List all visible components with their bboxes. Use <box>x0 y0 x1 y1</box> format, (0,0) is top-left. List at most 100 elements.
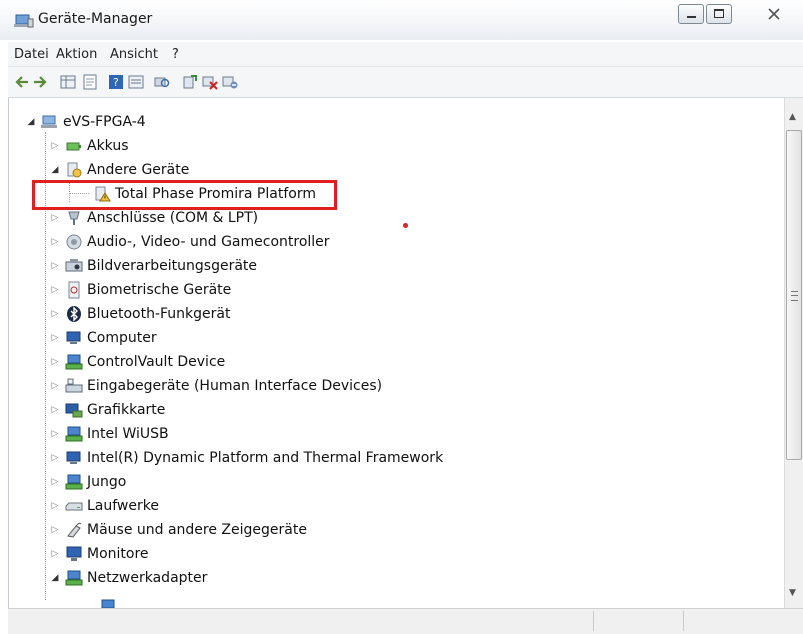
back-arrow-icon[interactable] <box>14 74 30 90</box>
expand-arrow-icon[interactable]: ▷ <box>49 429 61 439</box>
properties-icon[interactable] <box>82 74 98 90</box>
battery-icon <box>66 142 81 151</box>
menu-ansicht[interactable]: Ansicht <box>110 47 158 62</box>
expand-arrow-icon[interactable]: ▷ <box>49 285 61 295</box>
expand-arrow-icon[interactable]: ▷ <box>49 501 61 511</box>
help-icon[interactable]: ? <box>108 74 124 90</box>
keyboard-icon <box>65 378 83 393</box>
title-bar[interactable]: Geräte-Manager <box>0 0 803 40</box>
disable-device-icon[interactable] <box>222 74 238 90</box>
tree-item-netzwerkadapter[interactable]: ◢ Netzwerkadapter <box>49 566 208 590</box>
expand-arrow-icon[interactable]: ▷ <box>49 213 61 223</box>
list-view-icon[interactable] <box>128 74 144 90</box>
tree-item-bluetooth[interactable]: ▷ Bluetooth-Funkgerät <box>49 302 230 326</box>
expand-arrow-icon[interactable]: ▷ <box>49 333 61 343</box>
fingerprint-icon <box>68 281 80 299</box>
scroll-down-arrow-icon[interactable]: ▼ <box>789 588 796 598</box>
vertical-scrollbar[interactable]: ▲ ▼ <box>784 98 803 608</box>
expand-arrow-icon[interactable]: ▷ <box>49 453 61 463</box>
menu-datei[interactable]: Datei <box>14 47 49 62</box>
close-button[interactable] <box>760 4 788 24</box>
collapse-arrow-icon[interactable]: ◢ <box>25 117 37 127</box>
tree-item-jungo[interactable]: ▷ Jungo <box>49 470 127 494</box>
display-adapter-icon <box>65 403 83 418</box>
scan-hardware-icon[interactable] <box>154 74 170 90</box>
expand-arrow-icon[interactable]: ▷ <box>49 141 61 151</box>
speaker-icon <box>66 234 82 250</box>
svg-text:?: ? <box>113 76 119 89</box>
tree-item-label: Akkus <box>87 138 129 154</box>
tree-root-label: eVS-FPGA-4 <box>63 114 146 130</box>
tree-item-maeuse[interactable]: ▷ Mäuse und andere Zeigegeräte <box>49 518 307 542</box>
maximize-button[interactable] <box>706 4 732 24</box>
minimize-button[interactable] <box>678 4 704 24</box>
tree-item-label: Anschlüsse (COM & LPT) <box>87 210 259 226</box>
tree-item-label: Biometrische Geräte <box>87 282 232 298</box>
collapse-arrow-icon[interactable]: ◢ <box>49 573 61 583</box>
status-bar <box>8 608 803 634</box>
device-manager-window: Geräte-Manager Datei Aktion Ansicht ? ? <box>0 0 803 634</box>
grid-view-icon[interactable] <box>60 74 76 90</box>
tree-item-label: Netzwerkadapter <box>87 570 208 586</box>
window-title: Geräte-Manager <box>38 11 153 27</box>
tree-item-biometrische[interactable]: ▷ Biometrische Geräte <box>49 278 231 302</box>
tree-item-label: Intel(R) Dynamic Platform and Thermal Fr… <box>87 450 444 466</box>
tree-item-monitore[interactable]: ▷ Monitore <box>49 542 149 566</box>
tree-item-intel-dptf[interactable]: ▷ Intel(R) Dynamic Platform and Thermal … <box>49 446 444 470</box>
forward-arrow-icon[interactable] <box>32 74 48 90</box>
scroll-up-arrow-icon[interactable]: ▲ <box>789 112 796 122</box>
expand-arrow-icon[interactable]: ▷ <box>49 381 61 391</box>
network-adapter-icon <box>65 570 83 586</box>
status-divider <box>593 611 594 631</box>
tree-item-label: ControlVault Device <box>87 354 226 370</box>
tree-item-andere-geraete[interactable]: ◢ Andere Geräte <box>49 158 190 182</box>
status-divider <box>683 611 684 631</box>
minimize-icon <box>687 16 696 18</box>
expand-arrow-icon[interactable]: ▷ <box>49 309 61 319</box>
tree-item-audio[interactable]: ▷ Audio-, Video- und Gamecontroller <box>49 230 330 254</box>
network-device-icon <box>65 354 83 370</box>
menu-help[interactable]: ? <box>172 47 179 62</box>
tree-item-laufwerke[interactable]: ▷ Laufwerke <box>49 494 159 518</box>
tree-item-eingabegeraete[interactable]: ▷ Eingabegeräte (Human Interface Devices… <box>49 374 383 398</box>
tree-item-label: Bildverarbeitungsgeräte <box>87 258 258 274</box>
mouse-icon <box>67 522 82 538</box>
grip-icon <box>791 291 798 301</box>
tree-item-label: Monitore <box>87 546 149 562</box>
unknown-device-icon <box>67 162 82 178</box>
computer-icon <box>66 331 81 344</box>
tree-item-label: Laufwerke <box>87 498 159 514</box>
expand-arrow-icon[interactable]: ▷ <box>49 357 61 367</box>
expand-arrow-icon[interactable]: ▷ <box>49 405 61 415</box>
tree-item-label: Bluetooth-Funkgerät <box>87 306 231 322</box>
tree-item-label: Audio-, Video- und Gamecontroller <box>87 234 330 250</box>
tree-root[interactable]: ◢ eVS-FPGA-4 <box>25 110 146 134</box>
device-tree[interactable]: ◢ eVS-FPGA-4 ▷ Akkus ◢ Andere Geräte Tot… <box>8 98 785 608</box>
toolbar: ? <box>8 67 803 98</box>
tree-item-label: Andere Geräte <box>87 162 190 178</box>
uninstall-driver-icon[interactable] <box>202 74 218 90</box>
tree-item-akkus[interactable]: ▷ Akkus <box>49 134 129 158</box>
tree-item-computer[interactable]: ▷ Computer <box>49 326 157 350</box>
expand-arrow-icon[interactable]: ▷ <box>49 549 61 559</box>
expand-arrow-icon[interactable]: ▷ <box>49 237 61 247</box>
expand-arrow-icon[interactable]: ▷ <box>49 525 61 535</box>
tree-item-label: Jungo <box>87 474 127 490</box>
red-highlight-box <box>32 180 337 210</box>
menu-aktion[interactable]: Aktion <box>56 47 97 62</box>
tree-item-intel-wiusb[interactable]: ▷ Intel WiUSB <box>49 422 169 446</box>
close-icon <box>768 8 780 20</box>
expand-arrow-icon[interactable]: ▷ <box>49 477 61 487</box>
expand-arrow-icon[interactable]: ▷ <box>49 261 61 271</box>
device-manager-icon <box>14 14 34 28</box>
collapse-arrow-icon[interactable]: ◢ <box>49 165 61 175</box>
tree-item-grafikkarte[interactable]: ▷ Grafikkarte <box>49 398 166 422</box>
tree-item-label: Computer <box>87 330 157 346</box>
red-marker-dot <box>403 223 408 228</box>
scrollbar-thumb[interactable] <box>786 130 802 460</box>
tree-item-label: Eingabegeräte (Human Interface Devices) <box>87 378 383 394</box>
update-driver-icon[interactable] <box>182 74 198 90</box>
tree-item-controlvault[interactable]: ▷ ControlVault Device <box>49 350 226 374</box>
camera-icon <box>65 259 83 272</box>
tree-item-bildverarbeitung[interactable]: ▷ Bildverarbeitungsgeräte <box>49 254 257 278</box>
